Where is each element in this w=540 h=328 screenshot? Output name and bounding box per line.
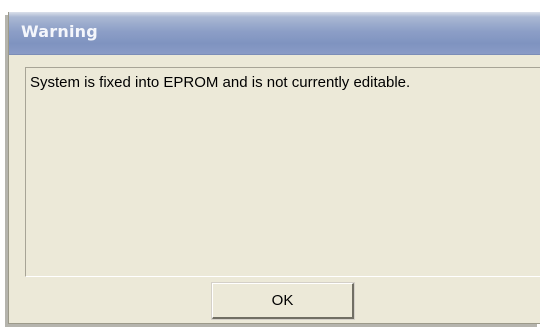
dialog-title: Warning [21,22,98,41]
warning-message: System is fixed into EPROM and is not cu… [30,74,411,91]
message-area: System is fixed into EPROM and is not cu… [25,67,540,277]
ok-button[interactable]: OK [211,282,355,320]
warning-dialog: Warning System is fixed into EPROM and i… [8,12,540,324]
dialog-titlebar[interactable]: Warning [9,12,540,55]
backdrop-strip [0,0,540,12]
